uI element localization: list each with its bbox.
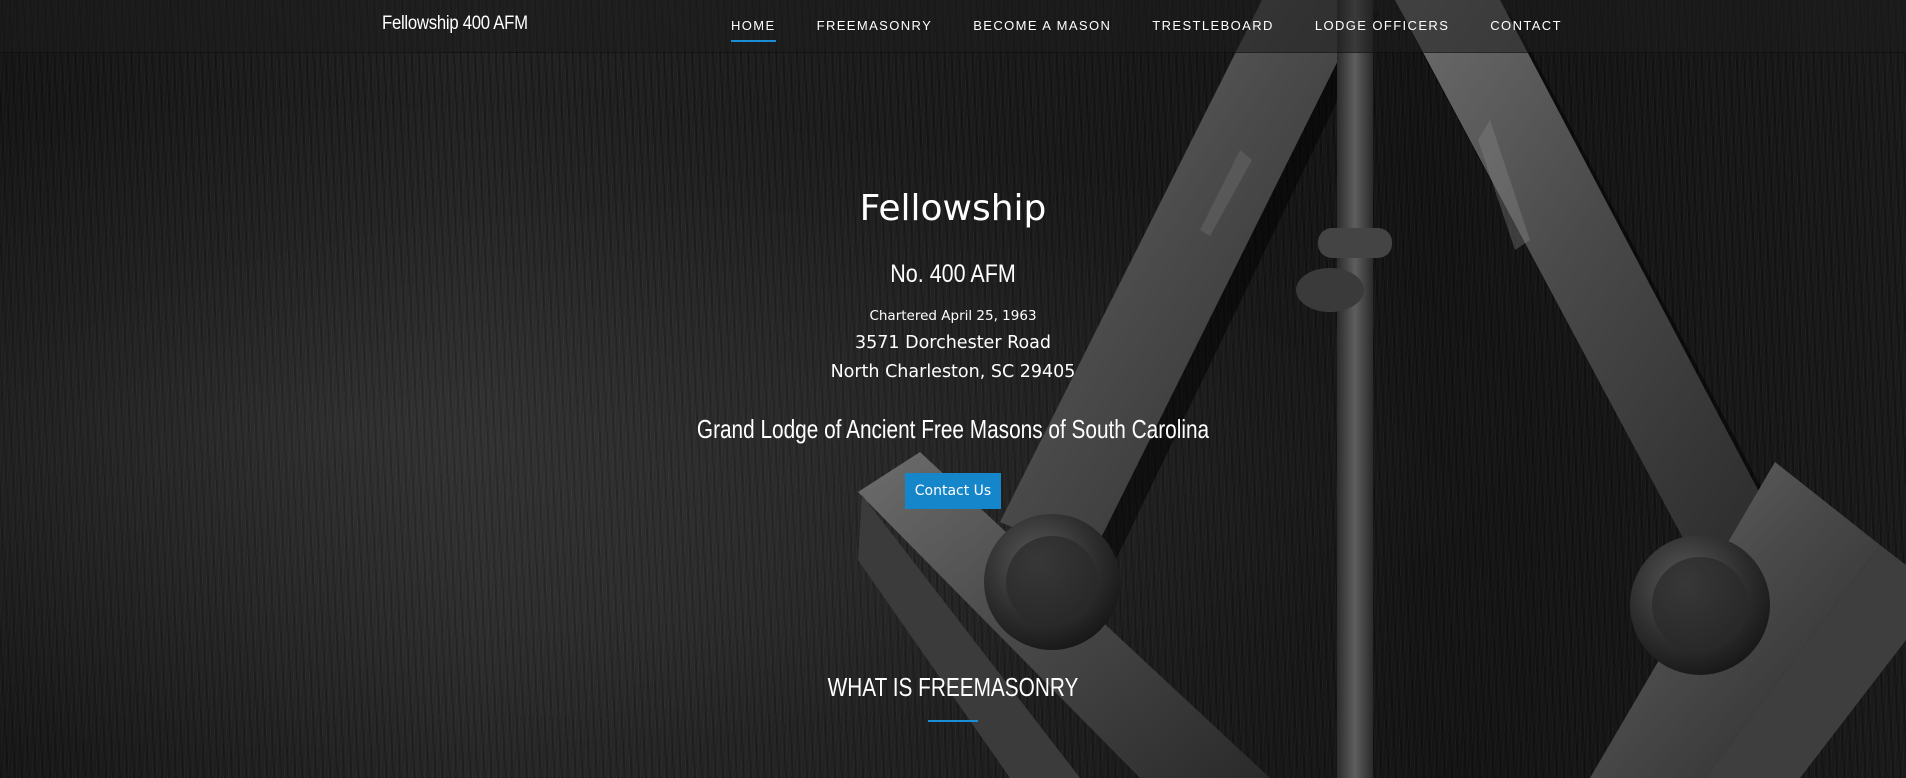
nav-become-a-mason[interactable]: BECOME A MASON xyxy=(973,0,1111,53)
main-nav: HOME FREEMASONRY BECOME A MASON TRESTLEB… xyxy=(731,0,1562,53)
address-line-1: 3571 Dorchester Road xyxy=(855,333,1051,353)
grand-lodge-title: Grand Lodge of Ancient Free Masons of So… xyxy=(696,414,1210,444)
site-brand-link[interactable]: Fellowship 400 AFM xyxy=(382,13,528,35)
section-heading-underline xyxy=(928,720,978,722)
lodge-number: No. 400 AFM xyxy=(890,260,1016,288)
nav-freemasonry[interactable]: FREEMASONRY xyxy=(817,0,933,53)
address-line-2: North Charleston, SC 29405 xyxy=(830,362,1076,382)
nav-contact[interactable]: CONTACT xyxy=(1490,0,1562,53)
nav-lodge-officers[interactable]: LODGE OFFICERS xyxy=(1315,0,1449,53)
hero-background xyxy=(0,0,1906,778)
square-and-compasses-icon xyxy=(858,0,1906,778)
contact-us-button[interactable]: Contact Us xyxy=(905,473,1001,509)
hero-title: Fellowship xyxy=(859,188,1047,229)
chartered-date: Chartered April 25, 1963 xyxy=(869,308,1037,324)
nav-trestleboard[interactable]: TRESTLEBOARD xyxy=(1152,0,1274,53)
top-navbar: Fellowship 400 AFM HOME FREEMASONRY BECO… xyxy=(0,0,1906,53)
nav-home[interactable]: HOME xyxy=(731,0,776,53)
section-heading: WHAT IS FREEMASONRY xyxy=(827,672,1079,702)
